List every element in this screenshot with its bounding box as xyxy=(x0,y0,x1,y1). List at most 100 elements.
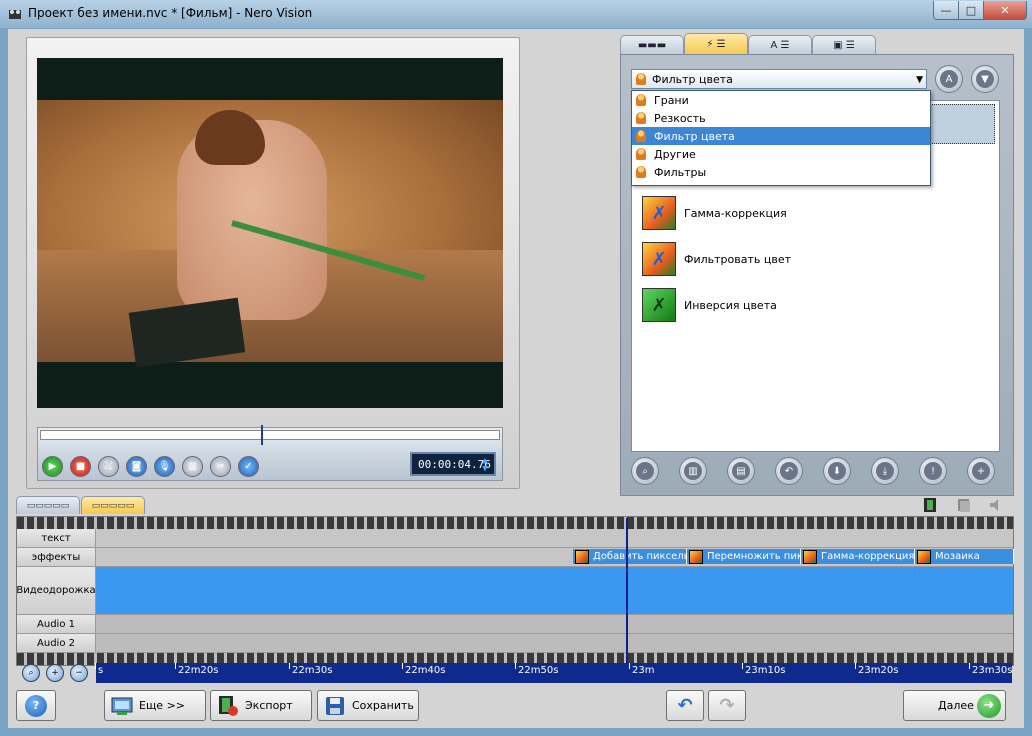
info-button[interactable]: ! xyxy=(919,457,947,485)
move-bottom-button[interactable]: ⤓ xyxy=(871,457,899,485)
track-audio-2[interactable]: Audio 2 xyxy=(17,634,1013,653)
ruler-tick: 23m20s xyxy=(854,663,899,676)
export-button[interactable]: Экспорт xyxy=(210,690,312,721)
category-select-value: Фильтр цвета xyxy=(652,72,733,86)
dropdown-option[interactable]: Грани xyxy=(632,91,930,109)
snapshot-button[interactable]: ◙ xyxy=(126,456,147,477)
effect-item[interactable]: ✗ Фильтровать цвет xyxy=(642,242,791,276)
dropdown-option-selected[interactable]: Фильтр цвета xyxy=(632,127,930,145)
move-down-button[interactable]: ⬇ xyxy=(823,457,851,485)
add-button[interactable]: + xyxy=(967,457,995,485)
timeline-tabs: ▭▭▭▭▭ ▭▭▭▭▭ xyxy=(16,496,146,516)
effect-clip-icon xyxy=(689,549,703,564)
fullscreen-button[interactable]: ⛶ xyxy=(98,456,119,477)
redo-button[interactable]: ↷ xyxy=(708,690,746,721)
tab-video-effects[interactable]: ⚡ ☰ xyxy=(684,33,748,55)
arrow-right-icon: ➜ xyxy=(977,693,1001,718)
track-audio-1[interactable]: Audio 1 xyxy=(17,615,1013,634)
add-icon: + xyxy=(972,462,990,480)
category-icon xyxy=(636,130,646,142)
effect-clip[interactable]: Добавить пиксель xyxy=(573,549,687,564)
scrub-thumb[interactable] xyxy=(260,425,263,445)
download-icon: ▼ xyxy=(976,70,994,88)
save-icon xyxy=(324,695,346,717)
check-button[interactable]: ✓ xyxy=(238,456,259,477)
track-label: Audio 1 xyxy=(17,615,96,633)
track-video[interactable]: Видеодорожка xyxy=(16,567,1013,615)
move-down-icon: ⬇ xyxy=(828,462,846,480)
microphone-button[interactable]: 🎙 xyxy=(154,456,175,477)
next-button[interactable]: Далее ➜ xyxy=(903,690,1006,721)
stop-button[interactable]: ■ xyxy=(70,456,91,477)
category-icon xyxy=(636,166,646,178)
timeline-ruler[interactable]: s 22m20s 22m30s 22m40s 22m50s 23m 23m10s… xyxy=(94,663,1013,683)
category-select[interactable]: Фильтр цвета ▼ xyxy=(631,69,927,89)
clip-button[interactable]: ▤ xyxy=(727,457,755,485)
effect-item[interactable]: ✗ Гамма-коррекция xyxy=(642,196,787,230)
minimize-button[interactable]: — xyxy=(933,1,959,20)
ruler-tick: 22m30s xyxy=(288,663,333,676)
ruler-tick: 23m30s xyxy=(968,663,1013,676)
effect-clip[interactable]: Мозаика xyxy=(915,549,1014,564)
effects-panel: ✗ Гамма-коррекция ✗ Фильтровать цвет ✗ И… xyxy=(620,54,1014,496)
video-preview-panel: ▶ ■ ⛶ ◙ 🎙 ▥ ✂ ✓ 00:00: 04.76 ▲ ▼ xyxy=(26,37,520,489)
tab-transitions[interactable]: ▬▬▬ xyxy=(620,35,684,55)
filter-color-effect-icon: ✗ xyxy=(642,242,676,276)
timeline-playhead[interactable] xyxy=(626,518,628,663)
close-button[interactable]: ✕ xyxy=(983,1,1027,20)
zoom-fit-icon[interactable]: ⌕ xyxy=(22,664,40,682)
maximize-button[interactable]: □ xyxy=(958,1,984,20)
track-label: эффекты xyxy=(17,548,96,566)
undo-effect-button[interactable]: ↶ xyxy=(775,457,803,485)
video-clip[interactable] xyxy=(96,567,1013,614)
category-icon xyxy=(636,94,646,106)
effect-label: Инверсия цвета xyxy=(684,298,777,312)
help-button[interactable]: ? xyxy=(16,690,56,721)
effects-tabs: ▬▬▬ ⚡ ☰ A ☰ ▣ ☰ xyxy=(620,33,880,55)
scrub-bar[interactable] xyxy=(40,425,500,445)
track-label: Видеодорожка xyxy=(16,567,96,614)
undo-button[interactable]: ↶ xyxy=(666,690,704,721)
tab-storyboard[interactable]: ▭▭▭▭▭ xyxy=(16,496,80,514)
video-frame xyxy=(37,100,503,368)
effect-clip[interactable]: Гамма-коррекция xyxy=(801,549,915,564)
download-effect-button[interactable]: ▼ xyxy=(971,65,999,93)
tab-text-effects[interactable]: A ☰ xyxy=(748,35,812,55)
zoom-in-icon[interactable]: + xyxy=(46,664,64,682)
dropdown-option[interactable]: Фильтры xyxy=(632,163,930,181)
category-icon xyxy=(636,112,646,124)
search-button[interactable]: ⌕ xyxy=(631,457,659,485)
effect-clip-icon xyxy=(803,549,817,564)
chevron-down-icon[interactable]: ▼ xyxy=(916,75,923,85)
tab-timeline[interactable]: ▭▭▭▭▭ xyxy=(81,496,145,514)
track-text[interactable]: текст xyxy=(17,529,1013,548)
zoom-controls: ⌕ + − xyxy=(22,664,94,682)
dropdown-option[interactable]: Другие xyxy=(632,145,930,163)
cut-button[interactable]: ✂ xyxy=(210,456,231,477)
application-window: Проект без имени.nvc * [Фильм] - Nero Vi… xyxy=(0,0,1032,736)
time-display[interactable]: 00:00: 04.76 ▲ ▼ xyxy=(410,452,496,476)
save-button[interactable]: Сохранить xyxy=(317,690,419,721)
film-strip-button[interactable]: ▥ xyxy=(182,456,203,477)
ruler-tick: s xyxy=(94,663,104,676)
play-button[interactable]: ▶ xyxy=(42,456,63,477)
tab-backgrounds[interactable]: ▣ ☰ xyxy=(812,35,876,55)
time-spinner[interactable]: ▲ ▼ xyxy=(480,457,490,474)
playback-controls: ▶ ■ ⛶ ◙ 🎙 ▥ ✂ ✓ 00:00: 04.76 ▲ ▼ xyxy=(37,425,503,481)
zoom-out-icon[interactable]: − xyxy=(70,664,88,682)
effect-clip[interactable]: Перемножить пикс xyxy=(687,549,801,564)
more-button[interactable]: Еще >> xyxy=(104,690,206,721)
film-icon[interactable] xyxy=(922,497,938,513)
effect-item[interactable]: ✗ Инверсия цвета xyxy=(642,288,777,322)
gamma-effect-icon: ✗ xyxy=(642,196,676,230)
track-effects[interactable]: эффекты Добавить пиксель Перемножить пик… xyxy=(17,548,1014,567)
undo-icon: ↶ xyxy=(780,462,798,480)
speaker-icon[interactable] xyxy=(988,497,1004,513)
dropdown-option[interactable]: Резкость xyxy=(632,109,930,127)
effect-clip-icon xyxy=(575,549,589,564)
clip-icon: ▤ xyxy=(732,462,750,480)
export-icon xyxy=(217,695,239,717)
text-effect-button[interactable]: A xyxy=(935,65,963,93)
book-icon[interactable] xyxy=(956,497,972,513)
film-button[interactable]: ▥ xyxy=(679,457,707,485)
